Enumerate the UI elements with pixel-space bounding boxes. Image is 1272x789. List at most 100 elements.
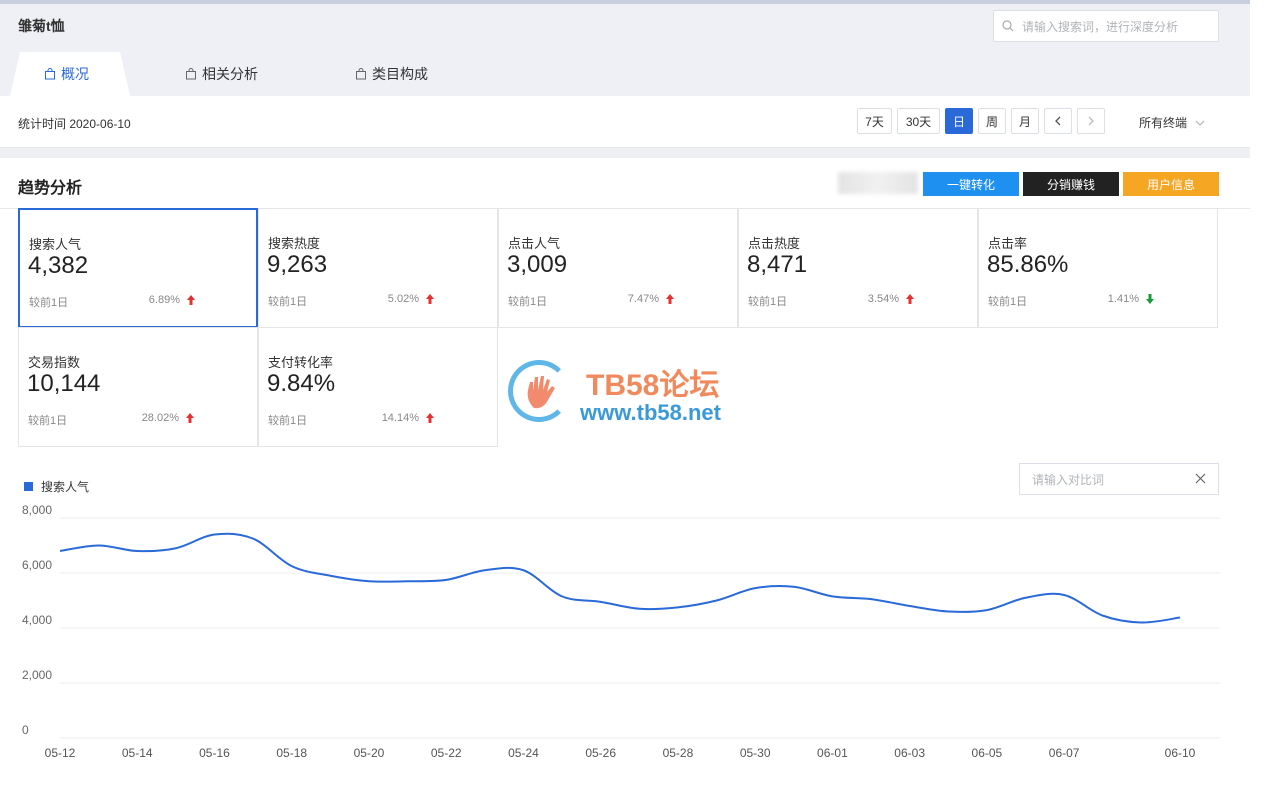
legend-label: 搜索人气 bbox=[41, 480, 90, 494]
tab-label: 类目构成 bbox=[372, 66, 428, 82]
y-tick-label: 4,000 bbox=[22, 613, 52, 627]
metric-card[interactable]: 点击热度 8,471 较前1日 3.54% bbox=[738, 208, 978, 328]
page-title: 雏菊t恤 bbox=[18, 18, 65, 34]
y-tick-label: 0 bbox=[22, 723, 29, 737]
chevron-down-icon bbox=[1195, 120, 1205, 126]
data-point[interactable] bbox=[907, 603, 913, 609]
watermark: TB58论坛 www.tb58.net bbox=[508, 360, 768, 425]
legend-swatch bbox=[24, 482, 33, 491]
data-point[interactable] bbox=[752, 585, 758, 591]
data-point[interactable] bbox=[289, 563, 295, 569]
y-tick-label: 8,000 bbox=[22, 503, 52, 517]
metric-card[interactable]: 搜索热度 9,263 较前1日 5.02% bbox=[258, 208, 498, 328]
metric-change-pct: 14.14% bbox=[381, 412, 419, 424]
tab-label: 概况 bbox=[61, 66, 89, 82]
data-point[interactable] bbox=[714, 598, 720, 604]
x-tick-label: 06-01 bbox=[817, 746, 848, 760]
one-click-convert-button[interactable]: 一键转化 bbox=[923, 172, 1019, 196]
data-point[interactable] bbox=[1138, 620, 1144, 626]
data-point[interactable] bbox=[984, 607, 990, 613]
compare-word-input[interactable]: 请输入对比词 bbox=[1019, 463, 1219, 495]
data-point[interactable] bbox=[211, 532, 217, 538]
data-point[interactable] bbox=[443, 577, 449, 583]
range-day-button[interactable]: 日 bbox=[945, 108, 973, 134]
data-point[interactable] bbox=[250, 536, 256, 542]
data-point[interactable] bbox=[405, 578, 411, 584]
next-date-button[interactable] bbox=[1077, 108, 1105, 134]
page-header: 雏菊t恤 请输入搜索词，进行深度分析 概况 相关分析 类目构成 bbox=[0, 4, 1250, 96]
stat-bar: 统计时间 2020-06-10 7天 30天 日 周 月 所有终端 bbox=[0, 96, 1250, 148]
metric-card[interactable]: 搜索人气 4,382 较前1日 6.89% bbox=[18, 208, 258, 328]
tab-overview[interactable]: 概况 bbox=[10, 52, 130, 96]
x-tick-label: 05-16 bbox=[199, 746, 230, 760]
tab-label: 相关分析 bbox=[202, 66, 258, 82]
arrow-up-icon bbox=[187, 295, 195, 305]
data-point[interactable] bbox=[57, 548, 63, 554]
bag-icon bbox=[44, 68, 56, 80]
metric-card[interactable]: 支付转化率 9.84% 较前1日 14.14% bbox=[258, 327, 498, 447]
metric-card[interactable]: 点击率 85.86% 较前1日 1.41% bbox=[978, 208, 1218, 328]
data-point[interactable] bbox=[559, 593, 565, 599]
user-info-button[interactable]: 用户信息 bbox=[1123, 172, 1219, 196]
metric-value: 3,009 bbox=[507, 251, 568, 278]
search-icon bbox=[1002, 20, 1014, 32]
metric-label: 点击热度 bbox=[748, 236, 801, 251]
trend-line-chart: 0 2,000 4,000 6,000 8,000 05-12 05-14 05-16 05-1… bbox=[22, 503, 1220, 760]
distribution-earn-button[interactable]: 分销赚钱 bbox=[1023, 172, 1119, 196]
chart-legend[interactable]: 搜索人气 bbox=[24, 478, 89, 495]
data-point[interactable] bbox=[366, 578, 372, 584]
data-point[interactable] bbox=[520, 567, 526, 573]
range-7d-button[interactable]: 7天 bbox=[857, 108, 892, 134]
metric-value: 85.86% bbox=[987, 251, 1069, 278]
data-point[interactable] bbox=[327, 573, 333, 579]
data-point[interactable] bbox=[482, 567, 488, 573]
data-point[interactable] bbox=[173, 545, 179, 551]
x-tick-label: 05-14 bbox=[122, 746, 153, 760]
prev-date-button[interactable] bbox=[1044, 108, 1072, 134]
close-icon[interactable] bbox=[1195, 473, 1206, 484]
data-point[interactable] bbox=[636, 606, 642, 612]
tab-related-analysis[interactable]: 相关分析 bbox=[185, 52, 258, 96]
bag-icon bbox=[356, 68, 366, 80]
x-tick-label: 05-28 bbox=[663, 746, 694, 760]
data-point[interactable] bbox=[1023, 595, 1029, 601]
data-point[interactable] bbox=[134, 548, 140, 554]
right-gutter bbox=[1250, 0, 1272, 789]
metric-compare-label: 较前1日 bbox=[29, 297, 69, 309]
hand-logo-icon bbox=[527, 376, 555, 409]
x-tick-label: 06-07 bbox=[1049, 746, 1080, 760]
x-tick-label: 06-05 bbox=[972, 746, 1003, 760]
data-point[interactable] bbox=[791, 584, 797, 590]
data-point[interactable] bbox=[1177, 615, 1183, 621]
metric-compare-label: 较前1日 bbox=[748, 296, 788, 308]
stat-time: 统计时间 2020-06-10 bbox=[18, 117, 131, 131]
tab-bar: 概况 相关分析 类目构成 bbox=[0, 52, 600, 96]
data-point[interactable] bbox=[868, 596, 874, 602]
x-tick-label: 05-22 bbox=[431, 746, 462, 760]
data-point[interactable] bbox=[1100, 613, 1106, 619]
data-point[interactable] bbox=[829, 593, 835, 599]
arrow-up-icon bbox=[186, 413, 194, 423]
data-point[interactable] bbox=[96, 543, 102, 549]
metric-label: 支付转化率 bbox=[268, 355, 334, 370]
search-input[interactable]: 请输入搜索词，进行深度分析 bbox=[993, 10, 1219, 42]
metric-label: 交易指数 bbox=[28, 355, 81, 370]
tab-category-composition[interactable]: 类目构成 bbox=[355, 52, 428, 96]
range-month-button[interactable]: 月 bbox=[1011, 108, 1039, 134]
data-point[interactable] bbox=[945, 609, 951, 615]
chevron-right-icon bbox=[1088, 116, 1094, 126]
range-30d-button[interactable]: 30天 bbox=[897, 108, 940, 134]
x-tick-label: 06-10 bbox=[1165, 746, 1196, 760]
arrow-down-icon bbox=[1146, 294, 1154, 304]
metric-value: 9,263 bbox=[267, 251, 328, 278]
y-tick-label: 6,000 bbox=[22, 558, 52, 572]
data-point[interactable] bbox=[598, 599, 604, 605]
terminal-select[interactable]: 所有终端 bbox=[1139, 114, 1205, 131]
data-point[interactable] bbox=[1061, 592, 1067, 598]
metric-card[interactable]: 交易指数 10,144 较前1日 28.02% bbox=[18, 327, 258, 447]
range-week-button[interactable]: 周 bbox=[978, 108, 1006, 134]
bag-icon bbox=[186, 68, 196, 80]
metric-change-pct: 5.02% bbox=[387, 293, 419, 305]
data-point[interactable] bbox=[675, 604, 681, 610]
metric-card[interactable]: 点击人气 3,009 较前1日 7.47% bbox=[498, 208, 738, 328]
